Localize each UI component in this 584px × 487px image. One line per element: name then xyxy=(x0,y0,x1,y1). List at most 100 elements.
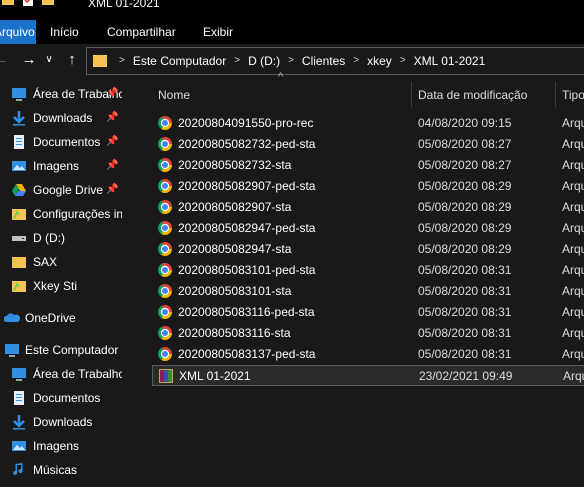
breadcrumb-current[interactable]: XML 01-2021 xyxy=(414,48,486,74)
window-title: XML 01-2021 xyxy=(88,0,160,10)
file-date: 05/08/2020 08:29 xyxy=(418,200,512,214)
chrome-icon xyxy=(158,242,172,256)
file-date: 05/08/2020 08:27 xyxy=(418,158,512,172)
desktop-icon xyxy=(12,368,26,381)
sort-ascending-icon: ^ xyxy=(278,71,284,83)
file-type: Arquivo xyxy=(563,369,584,383)
column-header-type[interactable]: Tipo xyxy=(562,82,584,108)
chrome-icon xyxy=(158,116,172,130)
sidebar-item-label: Documentos xyxy=(33,135,101,149)
file-type: Arquivo xyxy=(562,179,584,193)
chrome-icon xyxy=(158,326,172,340)
file-type: Arquivo xyxy=(562,158,584,172)
sidebar-item-label: Configurações iniciais xyxy=(33,207,122,221)
new-folder-icon[interactable] xyxy=(42,0,54,6)
file-date: 04/08/2020 09:15 xyxy=(418,116,512,130)
sidebar-item-label: OneDrive xyxy=(25,311,76,325)
file-date: 05/08/2020 08:27 xyxy=(418,137,512,151)
column-header-date[interactable]: Data de modificação xyxy=(418,82,527,108)
chrome-icon xyxy=(158,263,172,277)
chrome-icon xyxy=(158,305,172,319)
sidebar-item-label: Músicas xyxy=(33,463,78,477)
breadcrumb-drive-d[interactable]: D (D:) xyxy=(248,48,280,74)
file-row-selected[interactable]: XML 01-2021 23/02/2021 09:49 Arquivo xyxy=(152,365,584,386)
column-divider[interactable] xyxy=(555,82,556,108)
chevron-right-icon: > xyxy=(234,55,241,66)
winrar-archive-icon xyxy=(159,369,173,383)
file-date: 23/02/2021 09:49 xyxy=(419,369,513,383)
file-name: 20200805083101-ped-sta xyxy=(178,263,316,277)
file-row[interactable]: 20200805083116-ped-sta 05/08/2020 08:31 … xyxy=(152,302,584,323)
sidebar-item-label: Documentos xyxy=(33,391,101,405)
file-type: Arquivo xyxy=(562,263,584,277)
file-row[interactable]: 20200805082907-ped-sta 05/08/2020 08:29 … xyxy=(152,176,584,197)
forward-button[interactable]: → xyxy=(20,50,38,70)
file-date: 05/08/2020 08:29 xyxy=(418,242,512,256)
back-button[interactable]: ← xyxy=(0,50,10,70)
tab-file[interactable]: Arquivo xyxy=(0,20,36,44)
properties-icon[interactable] xyxy=(22,0,34,6)
file-date: 05/08/2020 08:31 xyxy=(418,305,512,319)
folder-icon xyxy=(2,0,14,5)
file-name: 20200805083116-ped-sta xyxy=(178,305,315,319)
sidebar-item-pc-desktop[interactable]: Área de Trabalho xyxy=(0,363,122,385)
folder-icon xyxy=(12,209,26,220)
sidebar-item-label: Área de Trabalho xyxy=(33,367,122,381)
breadcrumb-this-pc[interactable]: Este Computador xyxy=(133,48,226,74)
pin-icon: 📌 xyxy=(106,112,119,123)
address-bar[interactable]: > Este Computador > D (D:) > Clientes > … xyxy=(86,47,584,75)
file-row[interactable]: 20200805082947-sta 05/08/2020 08:29 Arqu… xyxy=(152,239,584,260)
tab-view[interactable]: Exibir xyxy=(203,20,233,44)
navigation-bar: ← → ∨ ↑ > Este Computador > D (D:) > Cli… xyxy=(0,44,584,77)
file-type: Arquivo xyxy=(562,137,584,151)
file-type: Arquivo xyxy=(562,221,584,235)
sidebar-item-label: Imagens xyxy=(33,159,80,173)
file-row[interactable]: 20200805082732-ped-sta 05/08/2020 08:27 … xyxy=(152,134,584,155)
file-row[interactable]: 20200805082947-ped-sta 05/08/2020 08:29 … xyxy=(152,218,584,239)
chrome-icon xyxy=(158,347,172,361)
folder-icon xyxy=(93,55,107,67)
images-icon xyxy=(12,441,26,451)
download-icon xyxy=(13,415,25,430)
pin-icon: 📌 xyxy=(106,136,119,147)
tab-home[interactable]: Início xyxy=(50,20,79,44)
navigation-pane: Área de Trabalho 📌 Downloads 📌 Documento… xyxy=(0,77,125,487)
sidebar-item-configuracoes[interactable]: Configurações iniciais xyxy=(0,203,122,225)
file-date: 05/08/2020 08:31 xyxy=(418,263,512,277)
file-row[interactable]: 20200805082732-sta 05/08/2020 08:27 Arqu… xyxy=(152,155,584,176)
file-type: Arquivo xyxy=(562,305,584,319)
onedrive-icon xyxy=(4,313,20,322)
column-header-name[interactable]: Nome xyxy=(158,82,190,108)
sidebar-scrollbar[interactable] xyxy=(122,77,132,487)
file-name: 20200805083137-ped-sta xyxy=(178,347,316,361)
sidebar-item-label: Este Computador xyxy=(25,343,119,357)
file-type: Arquivo xyxy=(562,116,584,130)
file-type: Arquivo xyxy=(562,326,584,340)
desktop-icon xyxy=(12,88,26,101)
file-row[interactable]: 20200805083137-ped-sta 05/08/2020 08:31 … xyxy=(152,344,584,365)
music-icon xyxy=(13,463,23,476)
file-date: 05/08/2020 08:31 xyxy=(418,326,512,340)
breadcrumb-xkey[interactable]: xkey xyxy=(367,48,392,74)
tab-share[interactable]: Compartilhar xyxy=(107,20,176,44)
pin-icon: 📌 xyxy=(106,88,119,99)
file-type: Arquivo xyxy=(562,347,584,361)
breadcrumb-clientes[interactable]: Clientes xyxy=(302,48,345,74)
file-date: 05/08/2020 08:31 xyxy=(418,284,512,298)
file-row[interactable]: 20200805083101-sta 05/08/2020 08:31 Arqu… xyxy=(152,281,584,302)
file-name: XML 01-2021 xyxy=(179,369,251,383)
file-row[interactable]: 20200805083116-sta 05/08/2020 08:31 Arqu… xyxy=(152,323,584,344)
file-row[interactable]: 20200805083101-ped-sta 05/08/2020 08:31 … xyxy=(152,260,584,281)
column-divider[interactable] xyxy=(411,82,412,108)
folder-icon xyxy=(12,257,26,268)
up-button[interactable]: ↑ xyxy=(63,50,81,70)
file-row[interactable]: 20200804091550-pro-rec 04/08/2020 09:15 … xyxy=(152,113,584,134)
file-row[interactable]: 20200805082907-sta 05/08/2020 08:29 Arqu… xyxy=(152,197,584,218)
file-name: 20200805082907-sta xyxy=(178,200,292,214)
title-bar: XML 01-2021 xyxy=(0,0,584,12)
file-name: 20200805083101-sta xyxy=(178,284,292,298)
recent-locations-button[interactable]: ∨ xyxy=(40,50,58,70)
pin-icon: 📌 xyxy=(106,160,119,171)
chrome-icon xyxy=(158,284,172,298)
file-type: Arquivo xyxy=(562,200,584,214)
